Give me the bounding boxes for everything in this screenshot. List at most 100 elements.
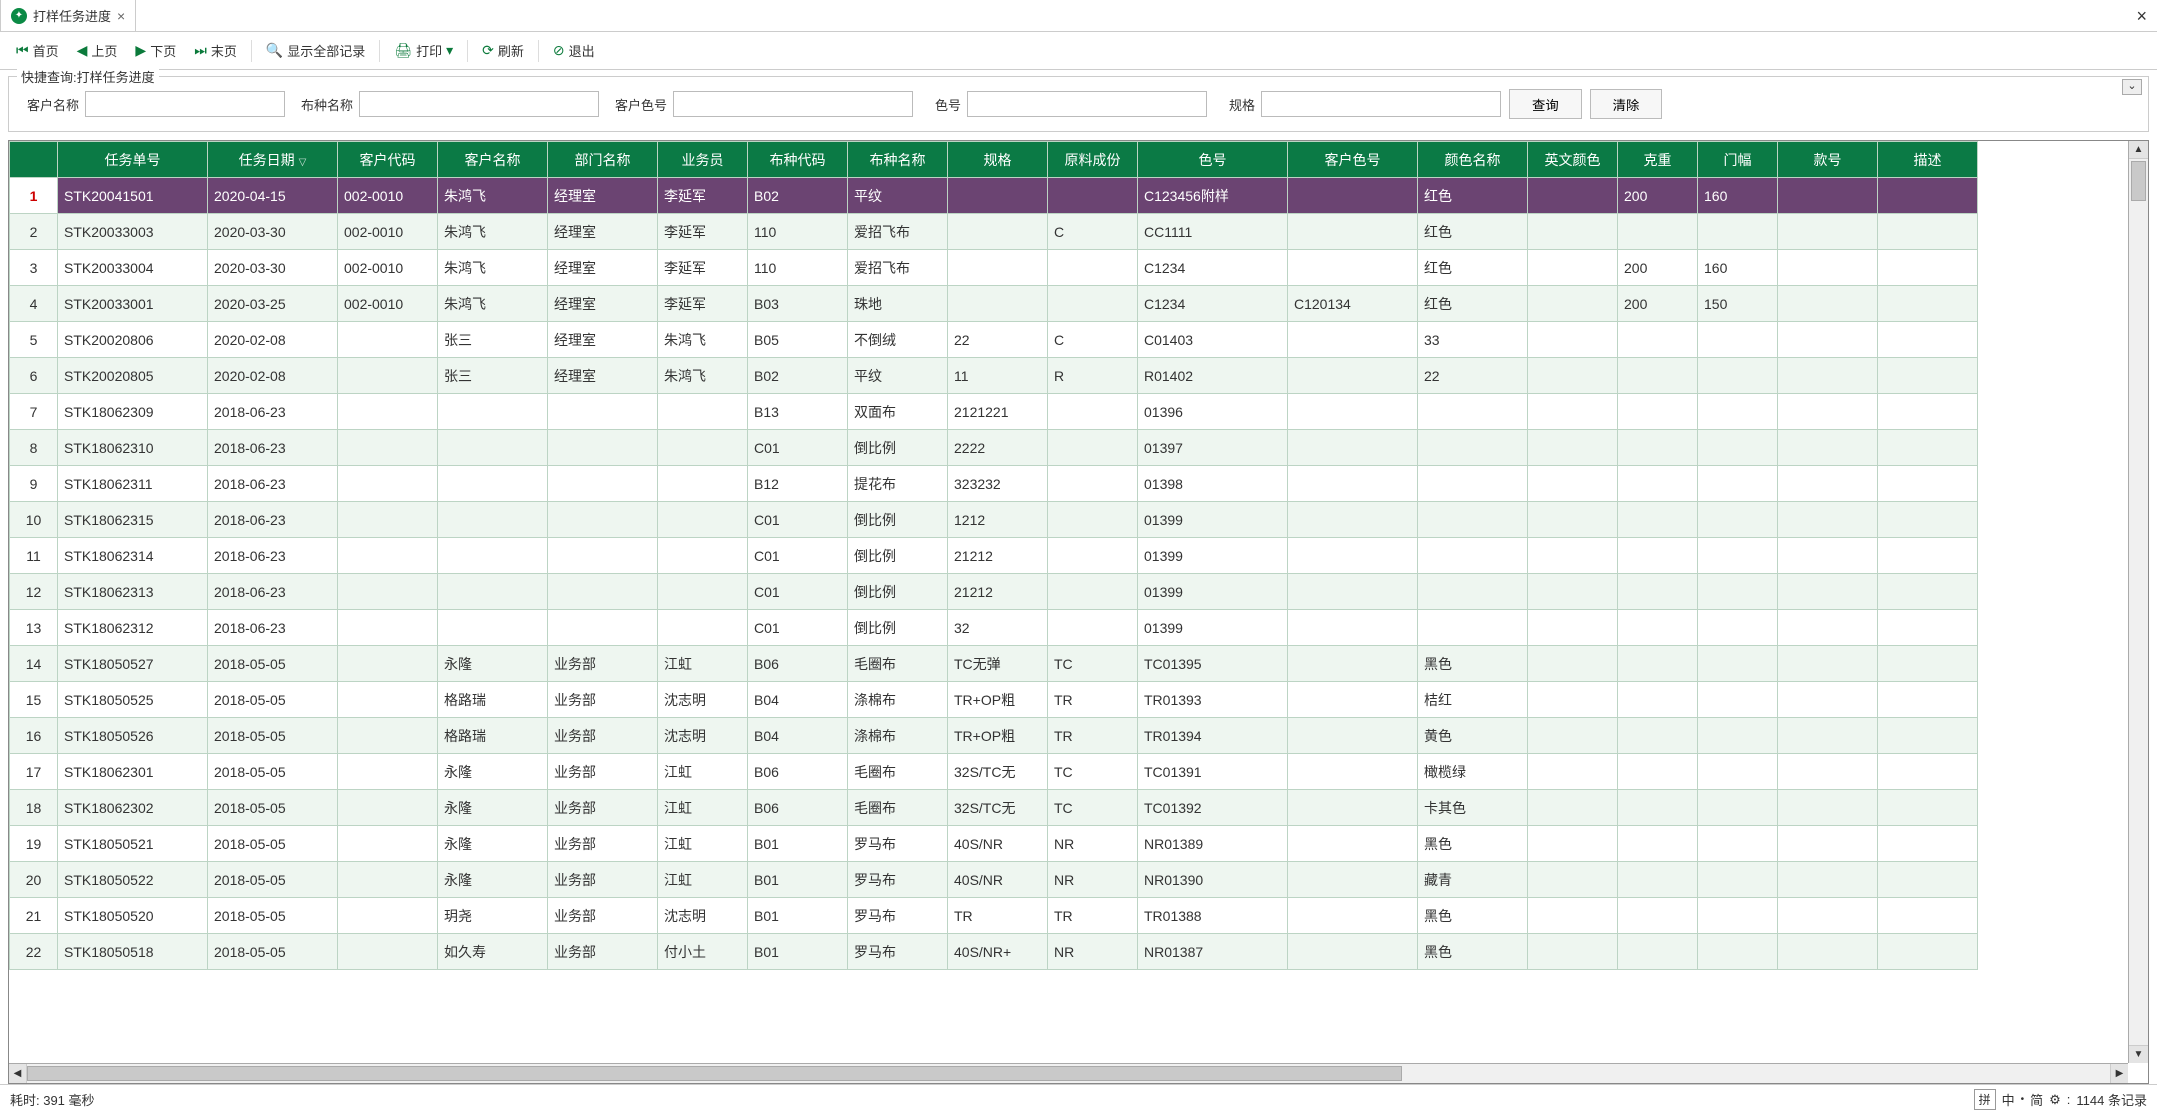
table-row[interactable]: 4STK200330012020-03-25002-0010朱鸿飞经理室李延军B…: [10, 286, 1978, 322]
cell[interactable]: B13: [748, 394, 848, 430]
cell[interactable]: [1698, 646, 1778, 682]
cell[interactable]: [1528, 178, 1618, 214]
cell[interactable]: B05: [748, 322, 848, 358]
ime-indicator[interactable]: 中: [2002, 1090, 2015, 1109]
column-header[interactable]: 布种名称: [848, 142, 948, 178]
cell[interactable]: [948, 286, 1048, 322]
table-row[interactable]: 13STK180623122018-06-23C01倒比例3201399: [10, 610, 1978, 646]
cell[interactable]: 罗马布: [848, 862, 948, 898]
cell[interactable]: 2018-05-05: [208, 934, 338, 970]
cell[interactable]: STK18050518: [58, 934, 208, 970]
table-row[interactable]: 12STK180623132018-06-23C01倒比例2121201399: [10, 574, 1978, 610]
cell[interactable]: 李延军: [658, 178, 748, 214]
cell[interactable]: 2018-05-05: [208, 790, 338, 826]
cell[interactable]: [1698, 862, 1778, 898]
cell[interactable]: B12: [748, 466, 848, 502]
cell[interactable]: 40S/NR: [948, 862, 1048, 898]
cell[interactable]: [1618, 718, 1698, 754]
cell[interactable]: [1618, 826, 1698, 862]
cell[interactable]: [1528, 502, 1618, 538]
cell[interactable]: [1418, 466, 1528, 502]
cell[interactable]: [548, 502, 658, 538]
cell[interactable]: 150: [1698, 286, 1778, 322]
cell[interactable]: [338, 934, 438, 970]
cell[interactable]: [1778, 610, 1878, 646]
cell[interactable]: [1698, 502, 1778, 538]
cell[interactable]: NR: [1048, 934, 1138, 970]
cell[interactable]: 沈志明: [658, 682, 748, 718]
cell[interactable]: 红色: [1418, 178, 1528, 214]
cell[interactable]: [1778, 502, 1878, 538]
cell[interactable]: 平纹: [848, 178, 948, 214]
cell[interactable]: [1528, 610, 1618, 646]
cell[interactable]: 卡其色: [1418, 790, 1528, 826]
cell[interactable]: [1528, 754, 1618, 790]
cell[interactable]: [1698, 754, 1778, 790]
scroll-left-icon[interactable]: ◀: [9, 1064, 27, 1083]
column-header[interactable]: 原料成份: [1048, 142, 1138, 178]
cell[interactable]: [1878, 250, 1978, 286]
cell[interactable]: 业务部: [548, 898, 658, 934]
cell[interactable]: [1618, 682, 1698, 718]
cell[interactable]: TR: [948, 898, 1048, 934]
cell[interactable]: [1618, 574, 1698, 610]
cell[interactable]: C01: [748, 430, 848, 466]
cell[interactable]: C: [1048, 322, 1138, 358]
cell[interactable]: [1698, 430, 1778, 466]
cell[interactable]: [1778, 790, 1878, 826]
cell[interactable]: [1288, 574, 1418, 610]
cell[interactable]: STK20041501: [58, 178, 208, 214]
cell[interactable]: 涤棉布: [848, 682, 948, 718]
cell[interactable]: [1528, 538, 1618, 574]
cell[interactable]: [1878, 286, 1978, 322]
cell[interactable]: [1048, 466, 1138, 502]
cell[interactable]: 2018-05-05: [208, 754, 338, 790]
cell[interactable]: 罗马布: [848, 898, 948, 934]
cell[interactable]: 黑色: [1418, 934, 1528, 970]
cell[interactable]: 永隆: [438, 790, 548, 826]
query-button[interactable]: 查询: [1509, 89, 1582, 119]
cell[interactable]: [1618, 754, 1698, 790]
cell[interactable]: 002-0010: [338, 178, 438, 214]
cell[interactable]: 2018-06-23: [208, 430, 338, 466]
cell[interactable]: [1778, 754, 1878, 790]
cell[interactable]: R: [1048, 358, 1138, 394]
table-row[interactable]: 9STK180623112018-06-23B12提花布32323201398: [10, 466, 1978, 502]
exit-button[interactable]: ⊘退出: [545, 37, 603, 64]
cell[interactable]: [1288, 682, 1418, 718]
cell[interactable]: [1778, 250, 1878, 286]
cell[interactable]: TR01393: [1138, 682, 1288, 718]
cell[interactable]: [1778, 646, 1878, 682]
cell[interactable]: [1528, 466, 1618, 502]
cell[interactable]: [438, 394, 548, 430]
cell[interactable]: [1698, 466, 1778, 502]
cell[interactable]: [658, 574, 748, 610]
show-all-button[interactable]: 🔍显示全部记录: [258, 37, 373, 64]
cell[interactable]: 01399: [1138, 538, 1288, 574]
cell[interactable]: 如久寿: [438, 934, 548, 970]
table-row[interactable]: 3STK200330042020-03-30002-0010朱鸿飞经理室李延军1…: [10, 250, 1978, 286]
cell[interactable]: B01: [748, 898, 848, 934]
column-header[interactable]: 色号: [1138, 142, 1288, 178]
next-page-button[interactable]: ▶下页: [127, 37, 184, 64]
cell[interactable]: [1528, 394, 1618, 430]
cell[interactable]: 红色: [1418, 250, 1528, 286]
cell[interactable]: 朱鸿飞: [438, 250, 548, 286]
spec-input[interactable]: [1261, 91, 1501, 117]
cell[interactable]: 经理室: [548, 178, 658, 214]
cell[interactable]: 经理室: [548, 358, 658, 394]
cell[interactable]: B03: [748, 286, 848, 322]
cell[interactable]: [1698, 682, 1778, 718]
cell[interactable]: [1878, 862, 1978, 898]
cell[interactable]: STK20033004: [58, 250, 208, 286]
cell[interactable]: [1048, 178, 1138, 214]
cell[interactable]: 2020-02-08: [208, 322, 338, 358]
cell[interactable]: [658, 430, 748, 466]
cell[interactable]: [1778, 898, 1878, 934]
cell[interactable]: [1778, 826, 1878, 862]
cell[interactable]: 江虹: [658, 790, 748, 826]
cell[interactable]: [338, 682, 438, 718]
cell[interactable]: [1288, 538, 1418, 574]
cell[interactable]: TC01392: [1138, 790, 1288, 826]
cell[interactable]: 业务部: [548, 646, 658, 682]
